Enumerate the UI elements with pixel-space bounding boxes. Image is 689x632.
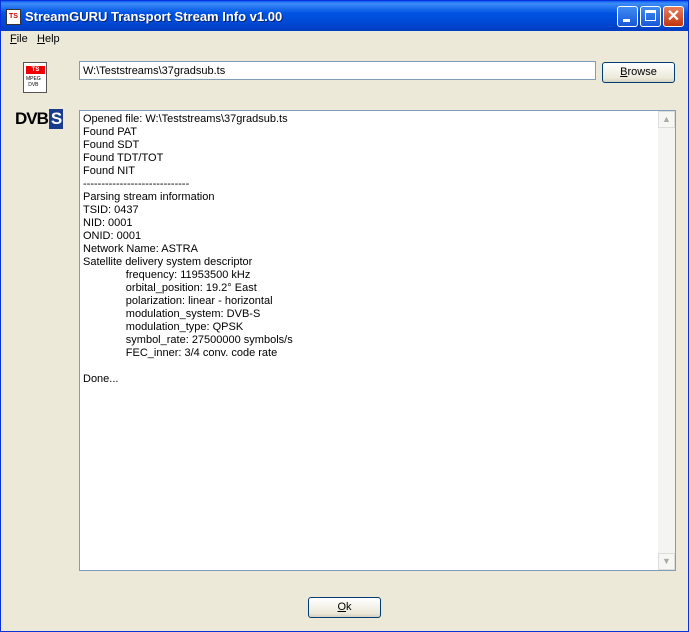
menu-help-label: elp — [44, 33, 60, 45]
stream-info-log[interactable]: Opened file: W:\Teststreams\37gradsub.ts… — [79, 110, 676, 571]
browse-button[interactable]: Browse — [602, 62, 675, 83]
log-text: Opened file: W:\Teststreams\37gradsub.ts… — [83, 113, 293, 385]
minimize-button[interactable] — [617, 6, 638, 27]
close-icon: ✕ — [666, 8, 681, 25]
maximize-button[interactable] — [640, 6, 661, 27]
browse-label: rowse — [627, 66, 657, 78]
menu-help[interactable]: Help — [37, 33, 60, 45]
ok-hotkey: O — [337, 601, 347, 613]
menu-file[interactable]: File — [10, 33, 28, 45]
vertical-scrollbar[interactable]: ▲ ▼ — [658, 111, 675, 570]
minimize-icon — [623, 19, 630, 22]
window-title: StreamGURU Transport Stream Info v1.00 — [25, 9, 283, 24]
file-sheet: TS MPEG DVB — [23, 62, 47, 93]
mpeg-ts-file-icon: TS MPEG DVB — [15, 60, 49, 94]
app-icon[interactable]: TS — [6, 9, 21, 25]
close-button[interactable]: ✕ — [663, 6, 684, 27]
dvb-logo-text: DVB — [15, 109, 49, 128]
ts-tag: TS — [26, 66, 45, 74]
scroll-down-icon[interactable]: ▼ — [658, 553, 675, 570]
scroll-up-icon[interactable]: ▲ — [658, 111, 675, 128]
dvb-s-logo: DVB S — [15, 109, 64, 129]
menu-bar: File Help — [1, 31, 688, 49]
ok-label: k — [346, 601, 352, 613]
menu-help-hotkey: H — [37, 33, 45, 45]
mpeg-dvb-label: MPEG DVB — [26, 76, 41, 88]
title-bar[interactable]: TS StreamGURU Transport Stream Info v1.0… — [1, 1, 688, 31]
menu-file-hotkey: F — [10, 33, 17, 45]
file-path-input[interactable] — [79, 61, 596, 80]
browse-hotkey: B — [620, 66, 628, 78]
menu-file-label: ile — [16, 33, 28, 45]
ok-button[interactable]: Ok — [308, 597, 381, 618]
dvb-s-badge: S — [48, 109, 64, 129]
main-window: TS StreamGURU Transport Stream Info v1.0… — [0, 0, 689, 632]
maximize-icon — [645, 10, 656, 21]
